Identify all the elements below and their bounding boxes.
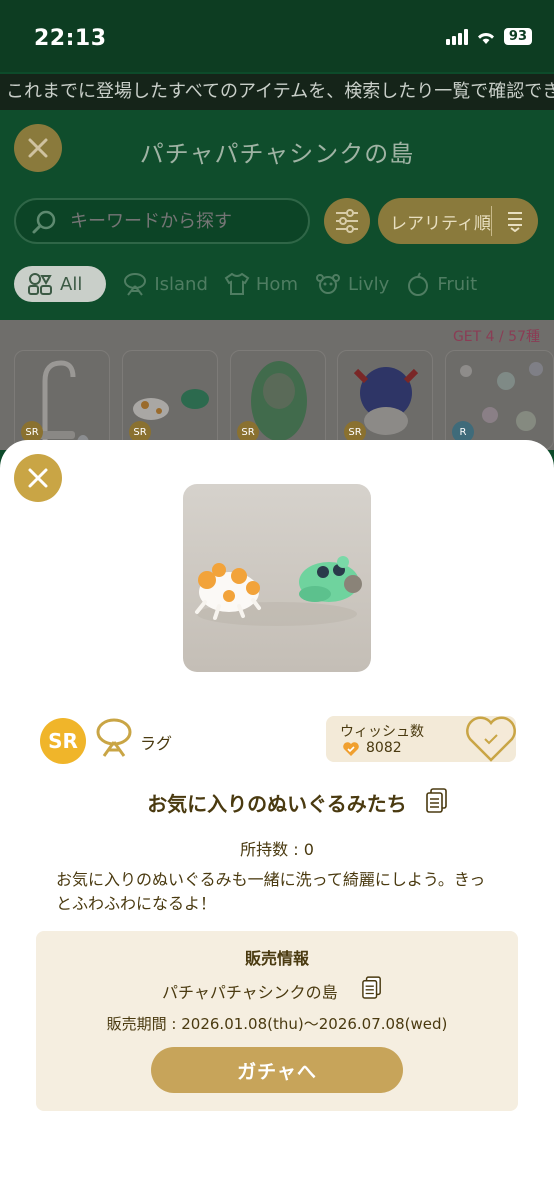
tab-label: Livly bbox=[347, 273, 390, 295]
sort-divider bbox=[491, 206, 492, 236]
tab-island[interactable]: Island bbox=[122, 272, 208, 296]
wish-count: 8082 bbox=[366, 740, 402, 756]
category-label: ラグ bbox=[140, 734, 173, 753]
livly-icon bbox=[315, 274, 340, 294]
item-card[interactable]: SR bbox=[230, 350, 326, 450]
sort-button[interactable]: レアリティ順 bbox=[378, 198, 538, 244]
page-title: パチャパチャシンクの島 bbox=[139, 140, 415, 168]
tab-label: Island bbox=[154, 273, 208, 295]
wish-heart-button[interactable] bbox=[464, 714, 518, 764]
item-description: お気に入りのぬいぐるみも一緒に洗って綺麗にしよう。きっとふわふわになるよ！ bbox=[56, 870, 486, 913]
island-icon bbox=[124, 273, 147, 296]
tab-fruit[interactable]: Fruit bbox=[405, 272, 477, 296]
search-icon bbox=[32, 210, 56, 234]
tab-all[interactable]: All bbox=[14, 266, 107, 302]
search-input[interactable] bbox=[70, 211, 300, 232]
tab-livly[interactable]: Livly bbox=[314, 272, 389, 296]
item-card[interactable]: R bbox=[445, 350, 554, 450]
item-name: お気に入りのぬいぐるみたち bbox=[147, 792, 407, 816]
close-button[interactable] bbox=[14, 454, 62, 502]
gacha-name: パチャパチャシンクの島 bbox=[162, 983, 338, 1002]
item-image bbox=[183, 484, 371, 672]
category-tabs: All Island Hom Livly Fruit bbox=[14, 266, 477, 302]
all-items-icon bbox=[28, 273, 52, 295]
copy-icon[interactable] bbox=[426, 788, 448, 814]
tab-home[interactable]: Hom bbox=[224, 272, 298, 296]
tab-label: Hom bbox=[255, 273, 298, 295]
rug-icon bbox=[96, 718, 132, 757]
plush-toys-illustration bbox=[195, 556, 362, 626]
announcement-banner: これまでに登場したすべてのアイテムを、検索したり一覧で確認でき bbox=[0, 74, 554, 110]
sort-icon bbox=[508, 212, 522, 232]
shirt-icon bbox=[224, 272, 250, 295]
copy-icon[interactable] bbox=[362, 976, 382, 1000]
catalog-header: パチャパチャシンクの島 レアリティ順 All Island Hom Livly bbox=[0, 110, 554, 320]
go-to-gacha-button[interactable]: ガチャへ bbox=[151, 1047, 403, 1093]
status-time: 22:13 bbox=[34, 26, 107, 51]
tab-label: Fruit bbox=[437, 273, 478, 295]
rarity-badge: SR bbox=[40, 718, 86, 764]
item-grid: GET 4 / 57種 SR SR SR SR R bbox=[0, 320, 554, 450]
status-icons: 93 bbox=[445, 28, 532, 45]
sale-period: 販売期間 : 2026.01.08(thu)〜2026.07.08(wed) bbox=[106, 1015, 448, 1033]
item-detail-sheet: SR ラグ ウィッシュ数 8082 お気に入りのぬいぐるみたち 所持数 : 0 … bbox=[0, 440, 554, 1200]
item-card[interactable]: SR bbox=[337, 350, 433, 450]
owned-count: 所持数 : 0 bbox=[240, 840, 314, 859]
signal-icon bbox=[445, 28, 468, 45]
fruit-icon bbox=[408, 272, 429, 296]
item-card[interactable]: SR bbox=[14, 350, 110, 450]
sort-label: レアリティ順 bbox=[390, 213, 491, 234]
collection-count: GET 4 / 57種 bbox=[452, 329, 540, 345]
status-bar: 22:13 93 bbox=[0, 0, 554, 72]
wish-label: ウィッシュ数 bbox=[340, 724, 424, 740]
heart-icon bbox=[343, 742, 359, 756]
sliders-icon bbox=[336, 209, 358, 233]
sale-info-title: 販売情報 bbox=[244, 949, 309, 968]
sale-info-box: 販売情報 パチャパチャシンクの島 販売期間 : 2026.01.08(thu)〜… bbox=[36, 931, 518, 1111]
wifi-icon bbox=[477, 32, 494, 44]
tab-label: All bbox=[60, 273, 83, 295]
battery-indicator: 93 bbox=[503, 28, 532, 45]
item-card[interactable]: SR bbox=[122, 350, 218, 450]
close-icon bbox=[28, 468, 48, 488]
filter-button[interactable] bbox=[324, 198, 370, 244]
search-box[interactable] bbox=[14, 198, 310, 244]
